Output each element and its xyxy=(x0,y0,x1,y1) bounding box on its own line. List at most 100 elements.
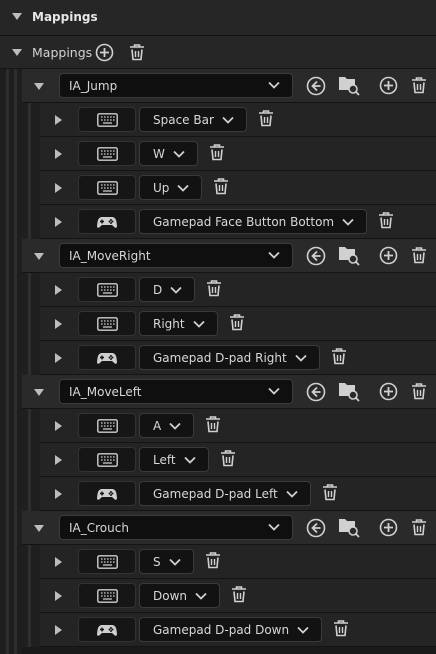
trash-icon[interactable] xyxy=(208,143,226,162)
key-listen-button[interactable] xyxy=(78,311,136,336)
arrow-left-circle-icon[interactable] xyxy=(306,76,326,96)
trash-icon[interactable] xyxy=(377,211,395,230)
key-name: Up xyxy=(153,180,170,195)
trash-icon[interactable] xyxy=(321,483,339,502)
triangle-down-icon[interactable] xyxy=(34,389,44,396)
key-selector-dropdown[interactable]: Up xyxy=(139,175,203,200)
triangle-down-icon[interactable] xyxy=(12,49,22,56)
key-selector-dropdown[interactable]: S xyxy=(139,549,194,574)
plus-circle-icon[interactable] xyxy=(379,518,398,537)
trash-icon[interactable] xyxy=(212,177,230,196)
trash-icon[interactable] xyxy=(410,246,428,265)
input-action-name: IA_MoveRight xyxy=(69,249,151,263)
key-listen-button[interactable] xyxy=(78,617,136,642)
arrow-left-circle-icon[interactable] xyxy=(306,382,326,402)
chevron-down-icon xyxy=(268,387,280,395)
trash-icon[interactable] xyxy=(228,313,246,332)
triangle-down-icon[interactable] xyxy=(12,13,22,20)
key-selector-dropdown[interactable]: Gamepad D-pad Down xyxy=(139,617,323,642)
key-listen-button[interactable] xyxy=(78,141,136,166)
triangle-right-icon[interactable] xyxy=(55,353,62,363)
chevron-down-icon xyxy=(173,150,185,158)
key-selector-dropdown[interactable]: Space Bar xyxy=(139,107,247,132)
trash-icon[interactable] xyxy=(230,585,248,604)
mappings-array-row: Mappings xyxy=(0,36,436,69)
key-selector-dropdown[interactable]: Gamepad D-pad Left xyxy=(139,481,311,506)
input-action-dropdown[interactable]: IA_Crouch xyxy=(59,515,293,540)
input-action-dropdown[interactable]: IA_MoveLeft xyxy=(59,379,293,404)
key-mapping-row: A xyxy=(40,409,436,443)
triangle-down-icon[interactable] xyxy=(34,83,44,90)
key-listen-button[interactable] xyxy=(78,583,136,608)
key-selector-dropdown[interactable]: D xyxy=(139,277,196,302)
trash-icon[interactable] xyxy=(410,382,428,401)
key-selector-dropdown[interactable]: Gamepad Face Button Bottom xyxy=(139,209,368,234)
trash-icon[interactable] xyxy=(219,449,237,468)
trash-icon[interactable] xyxy=(204,551,222,570)
folder-search-icon[interactable] xyxy=(338,244,360,266)
key-listen-button[interactable] xyxy=(78,277,136,302)
chevron-down-icon xyxy=(222,116,234,124)
key-selector-dropdown[interactable]: Left xyxy=(139,447,209,472)
key-selector-dropdown[interactable]: Gamepad D-pad Right xyxy=(139,345,320,370)
triangle-down-icon[interactable] xyxy=(34,525,44,532)
folder-search-icon[interactable] xyxy=(338,516,360,538)
chevron-down-icon xyxy=(170,286,182,294)
key-selector-dropdown[interactable]: W xyxy=(139,141,198,166)
chevron-down-icon xyxy=(286,490,298,498)
triangle-right-icon[interactable] xyxy=(55,285,62,295)
key-name: Left xyxy=(153,452,176,467)
triangle-right-icon[interactable] xyxy=(55,319,62,329)
arrow-left-circle-icon[interactable] xyxy=(306,518,326,538)
key-name: Down xyxy=(153,588,188,603)
triangle-right-icon[interactable] xyxy=(55,489,62,499)
triangle-down-icon[interactable] xyxy=(34,253,44,260)
arrow-left-circle-icon[interactable] xyxy=(306,246,326,266)
key-listen-button[interactable] xyxy=(78,481,136,506)
plus-circle-icon[interactable] xyxy=(379,246,398,265)
action-row: IA_Jump xyxy=(22,69,436,103)
folder-search-icon[interactable] xyxy=(338,380,360,402)
key-name: Right xyxy=(153,316,185,331)
triangle-right-icon[interactable] xyxy=(55,217,62,227)
trash-icon[interactable] xyxy=(410,518,428,537)
trash-icon[interactable] xyxy=(128,43,146,62)
trash-icon[interactable] xyxy=(332,619,350,638)
key-listen-button[interactable] xyxy=(78,107,136,132)
trash-icon[interactable] xyxy=(330,347,348,366)
key-listen-button[interactable] xyxy=(78,209,136,234)
keyboard-icon xyxy=(97,555,118,569)
mappings-section-header[interactable]: Mappings xyxy=(0,0,436,36)
tree-gutter xyxy=(0,69,22,654)
key-listen-button[interactable] xyxy=(78,413,136,438)
key-selector-dropdown[interactable]: Down xyxy=(139,583,221,608)
plus-circle-icon[interactable] xyxy=(379,76,398,95)
gamepad-icon xyxy=(97,217,117,228)
trash-icon[interactable] xyxy=(410,76,428,95)
key-selector-dropdown[interactable]: A xyxy=(139,413,195,438)
key-listen-button[interactable] xyxy=(78,549,136,574)
triangle-right-icon[interactable] xyxy=(55,149,62,159)
key-name: Gamepad Face Button Bottom xyxy=(153,214,335,229)
folder-search-icon[interactable] xyxy=(338,74,360,96)
key-selector-dropdown[interactable]: Right xyxy=(139,311,218,336)
key-listen-button[interactable] xyxy=(78,345,136,370)
triangle-right-icon[interactable] xyxy=(55,421,62,431)
trash-icon[interactable] xyxy=(204,415,222,434)
triangle-right-icon[interactable] xyxy=(55,591,62,601)
trash-icon[interactable] xyxy=(257,109,275,128)
triangle-right-icon[interactable] xyxy=(55,455,62,465)
trash-icon[interactable] xyxy=(205,279,223,298)
plus-circle-icon[interactable] xyxy=(95,43,114,62)
input-action-dropdown[interactable]: IA_MoveRight xyxy=(59,243,293,268)
triangle-right-icon[interactable] xyxy=(55,183,62,193)
key-mapping-row: Down xyxy=(40,579,436,613)
triangle-right-icon[interactable] xyxy=(55,557,62,567)
key-name: W xyxy=(153,146,165,161)
input-action-dropdown[interactable]: IA_Jump xyxy=(59,73,293,98)
key-listen-button[interactable] xyxy=(78,447,136,472)
triangle-right-icon[interactable] xyxy=(55,115,62,125)
key-listen-button[interactable] xyxy=(78,175,136,200)
triangle-right-icon[interactable] xyxy=(55,625,62,635)
plus-circle-icon[interactable] xyxy=(379,382,398,401)
